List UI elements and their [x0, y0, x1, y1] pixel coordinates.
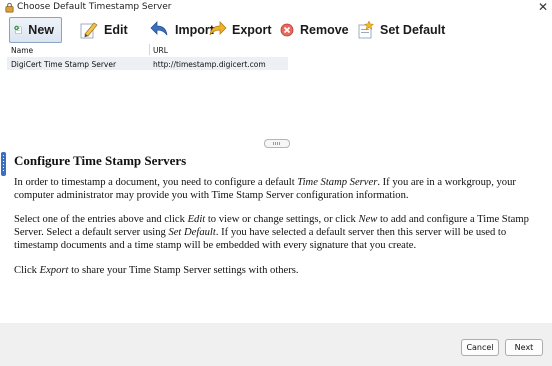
new-button[interactable]: New: [9, 17, 62, 43]
help-paragraph-3: Click Export to share your Time Stamp Se…: [14, 264, 299, 276]
side-tab-marker[interactable]: [1, 152, 6, 176]
help-panel: Configure Time Stamp Servers In order to…: [14, 153, 548, 290]
help-paragraph-1: In order to timestamp a document, you ne…: [14, 176, 516, 201]
server-table: Name URL DigiCert Time Stamp Server http…: [7, 43, 288, 71]
edit-button[interactable]: Edit: [79, 17, 128, 43]
remove-button-label: Remove: [300, 23, 349, 37]
set-default-star-icon: [358, 20, 375, 39]
cancel-button[interactable]: Cancel: [461, 339, 499, 356]
next-button[interactable]: Next: [505, 339, 543, 356]
new-button-label: New: [28, 23, 54, 37]
window-title: Choose Default Timestamp Server: [17, 2, 172, 12]
remove-button[interactable]: Remove: [279, 17, 349, 43]
edit-pencil-icon: [80, 22, 98, 39]
edit-button-label: Edit: [104, 23, 128, 37]
remove-icon: [280, 23, 294, 37]
column-divider: [149, 44, 150, 55]
export-button-label: Export: [232, 23, 272, 37]
help-paragraph-2: Select one of the entries above and clic…: [14, 214, 529, 251]
import-arrow-icon: [150, 21, 168, 36]
import-button[interactable]: Import: [150, 17, 214, 43]
new-document-icon: [14, 25, 22, 34]
server-name-cell: DigiCert Time Stamp Server: [11, 60, 117, 69]
splitter-handle[interactable]: [264, 139, 290, 148]
table-header: Name URL: [7, 43, 288, 56]
column-header-name[interactable]: Name: [11, 46, 33, 55]
lock-icon: [5, 2, 14, 13]
set-default-button[interactable]: Set Default: [355, 17, 445, 43]
toolbar: New Edit Import Export Remove Set Defaul…: [0, 17, 552, 43]
close-button[interactable]: ✕: [538, 0, 548, 14]
help-heading: Configure Time Stamp Servers: [14, 153, 187, 168]
column-header-url[interactable]: URL: [153, 46, 168, 55]
table-row[interactable]: DigiCert Time Stamp Server http://timest…: [7, 57, 288, 70]
server-url-cell: http://timestamp.digicert.com: [153, 60, 266, 69]
set-default-button-label: Set Default: [380, 23, 446, 37]
export-button[interactable]: Export: [207, 17, 272, 43]
title-bar: Choose Default Timestamp Server ✕: [0, 0, 552, 16]
export-arrow-icon: [209, 21, 227, 36]
